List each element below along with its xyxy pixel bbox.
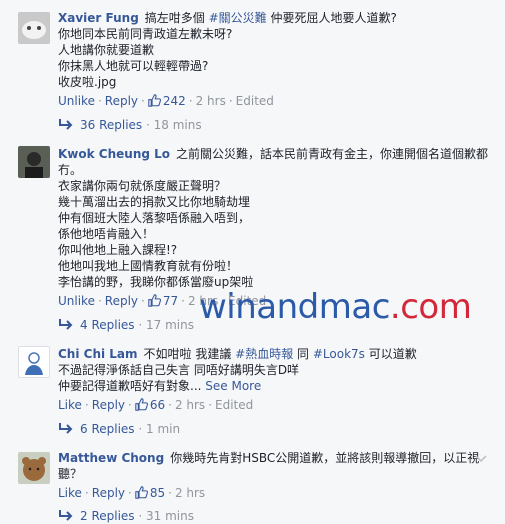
reply-link[interactable]: Reply xyxy=(105,94,138,108)
replies-count[interactable]: 2 Replies xyxy=(80,509,135,523)
commenter-name[interactable]: Kwok Cheung Lo xyxy=(58,147,170,161)
avatar-image xyxy=(18,146,50,178)
commenter-name[interactable]: Chi Chi Lam xyxy=(58,347,138,361)
reply-arrow-icon xyxy=(59,119,73,130)
comment-actions: Like · Reply · 85 · 2 hrs xyxy=(58,486,206,500)
comment-text: 仲要記得道歉唔好有對象... xyxy=(58,379,202,393)
comment-text: 搞左咁多個 xyxy=(144,11,209,25)
commenter-name[interactable]: Matthew Chong xyxy=(58,451,164,465)
hashtag-link[interactable]: #Look7s xyxy=(313,347,365,361)
comment-text: 同 xyxy=(293,347,313,361)
view-replies[interactable]: 4 Replies · 17 mins xyxy=(58,318,194,332)
thumbs-up-icon xyxy=(148,94,161,107)
timestamp[interactable]: 2 hrs xyxy=(175,486,205,500)
comment-text: 聽？ xyxy=(58,467,83,481)
chevron-down-icon[interactable] xyxy=(475,455,487,463)
comment-text: 係他地唔肯融入！ xyxy=(58,227,155,241)
replies-count[interactable]: 4 Replies xyxy=(80,318,135,332)
avatar[interactable] xyxy=(18,452,50,484)
timestamp[interactable]: 2 hrs xyxy=(175,398,205,412)
avatar[interactable] xyxy=(18,146,50,178)
comment-text: 幾十萬溜出去的捐款又比你地騎劫埋 xyxy=(58,195,251,209)
like-count[interactable]: 85 xyxy=(135,486,165,500)
comment-text: 你抹黑人地就可以輕輕帶過? xyxy=(58,59,209,73)
reply-arrow-icon xyxy=(59,423,73,434)
edited-label[interactable]: Edited xyxy=(215,398,253,412)
comment-text: 人地講你就要道歉 xyxy=(58,43,155,57)
replies-time: 1 min xyxy=(146,422,181,436)
reply-arrow-icon xyxy=(59,319,73,330)
comment-text: 之前關公災難，話本民前青政有金主，你連開個名道個歉都 xyxy=(176,147,489,161)
thumbs-up-icon xyxy=(135,486,148,499)
view-replies[interactable]: 6 Replies · 1 min xyxy=(58,422,180,436)
unlike-link[interactable]: Unlike xyxy=(58,294,95,308)
edited-label[interactable]: Edited xyxy=(236,94,274,108)
unlike-link[interactable]: Unlike xyxy=(58,94,95,108)
like-count[interactable]: 242 xyxy=(148,94,186,108)
replies-time: 17 mins xyxy=(146,318,194,332)
thumbs-up-icon xyxy=(148,294,161,307)
comment-text: 你叫他地上融入課程!? xyxy=(58,243,178,257)
reply-link[interactable]: Reply xyxy=(92,398,125,412)
avatar-image xyxy=(19,347,49,377)
comment-text: 衣家講你兩句就係度嚴正聲明？ xyxy=(58,179,227,193)
avatar[interactable] xyxy=(18,12,50,44)
comment-text: 冇。 xyxy=(58,163,83,177)
like-count[interactable]: 77 xyxy=(148,294,178,308)
reply-link[interactable]: Reply xyxy=(92,486,125,500)
comment-text: 不過記得淨係話自己失言 同唔好講明失言D咩 xyxy=(58,363,300,377)
reply-link[interactable]: Reply xyxy=(105,294,138,308)
like-link[interactable]: Like xyxy=(58,486,82,500)
view-replies[interactable]: 36 Replies · 18 mins xyxy=(58,118,202,132)
comment-text: 你地同本民前同青政道左歉未呀? xyxy=(58,27,233,41)
comment-text: 不如咁啦 我建議 xyxy=(143,347,236,361)
avatar-image xyxy=(18,452,50,484)
avatar-image xyxy=(18,12,50,44)
view-replies[interactable]: 2 Replies · 31 mins xyxy=(58,509,194,523)
comment-text: 可以道歉 xyxy=(364,347,417,361)
see-more-link[interactable]: See More xyxy=(205,379,261,393)
comment-text: 仲有個班大陸人落黎唔係融入唔到， xyxy=(58,211,251,225)
replies-count[interactable]: 36 Replies xyxy=(80,118,142,132)
comment-actions: Like · Reply · 66 · 2 hrs · Edited xyxy=(58,398,254,412)
thumbs-up-icon xyxy=(135,398,148,411)
like-count[interactable]: 66 xyxy=(135,398,165,412)
replies-time: 31 mins xyxy=(146,509,194,523)
watermark: winandmac.com xyxy=(199,287,472,327)
hashtag-link[interactable]: #關公災難 xyxy=(209,11,267,25)
timestamp[interactable]: 2 hrs xyxy=(196,94,226,108)
hashtag-link[interactable]: #熱血時報 xyxy=(235,347,293,361)
comment-text: 你幾時先肯對HSBC公開道歉，並將該則報導撤回，以正視 xyxy=(170,451,480,465)
comment-text: 仲要死屈人地要人道歉? xyxy=(266,11,397,25)
avatar[interactable] xyxy=(18,346,50,378)
replies-time: 18 mins xyxy=(153,118,202,132)
reply-arrow-icon xyxy=(59,510,73,521)
like-link[interactable]: Like xyxy=(58,398,82,412)
comment-text: 收皮啦.jpg xyxy=(58,75,117,89)
replies-count[interactable]: 6 Replies xyxy=(80,422,135,436)
comment-text: 他地叫我地上國情教育就有份啦！ xyxy=(58,259,239,273)
commenter-name[interactable]: Xavier Fung xyxy=(58,11,139,25)
comment-actions: Unlike · Reply · 242 · 2 hrs · Edited xyxy=(58,94,274,108)
